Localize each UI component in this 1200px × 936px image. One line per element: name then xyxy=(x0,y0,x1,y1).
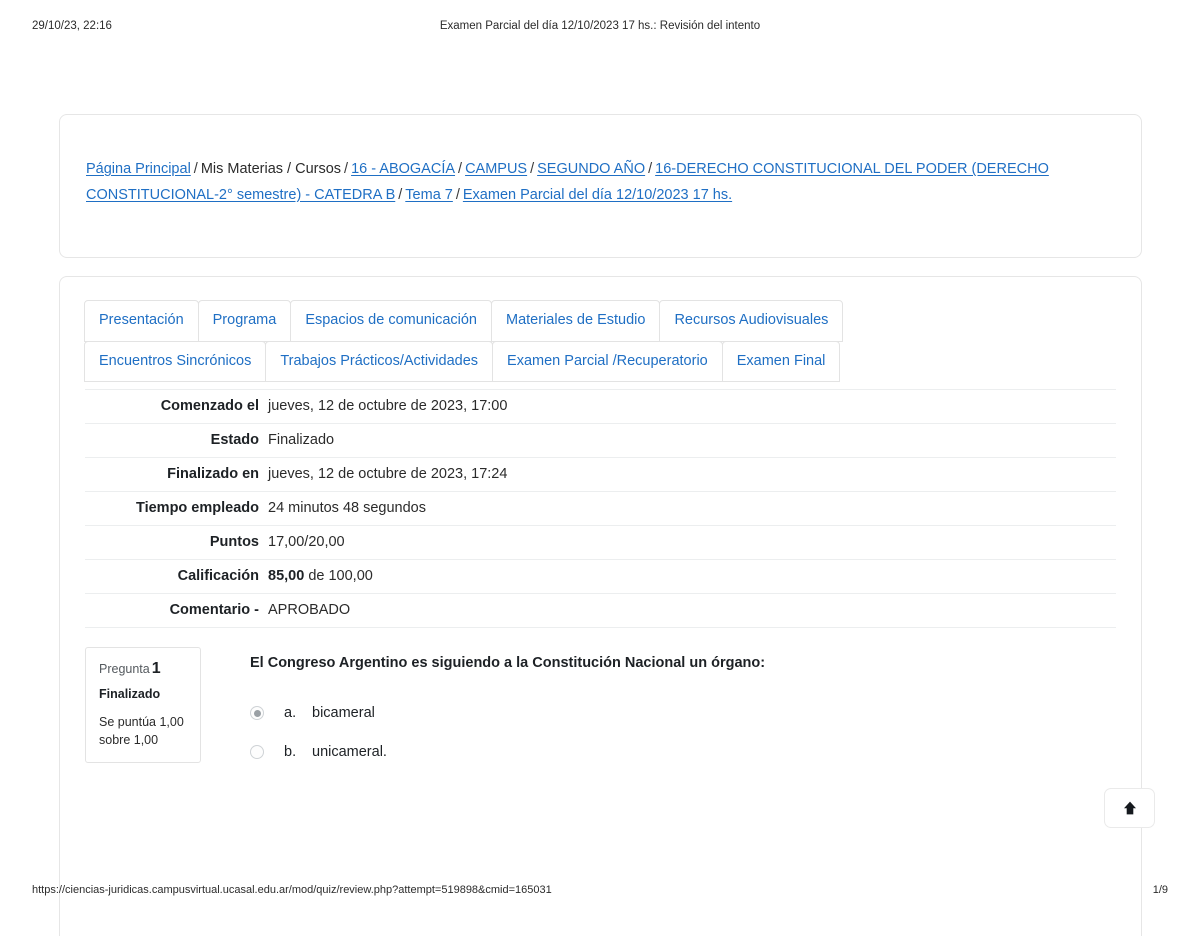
breadcrumb-item-4[interactable]: CAMPUS xyxy=(465,161,527,177)
summary-label: Puntos xyxy=(209,534,259,550)
answer-letter: b. xyxy=(284,744,297,760)
question-state: Finalizado xyxy=(99,687,161,701)
radio-unselected-icon[interactable] xyxy=(250,745,264,759)
answer-text: bicameral xyxy=(312,705,375,721)
question-number-label: Pregunta xyxy=(99,662,150,676)
breadcrumb-item-5[interactable]: SEGUNDO AÑO xyxy=(537,161,645,177)
breadcrumb: Página Principal / Mis Materias / Cursos/1… xyxy=(86,157,1106,208)
table-row: Comentario - APROBADO xyxy=(85,593,1116,628)
breadcrumb-separator: / xyxy=(398,186,403,203)
summary-value: Finalizado xyxy=(268,432,335,448)
question-text: El Congreso Argentino es siguiendo a la … xyxy=(250,655,766,671)
summary-label: Tiempo empleado xyxy=(135,500,259,516)
breadcrumb-separator: / xyxy=(193,161,198,177)
print-footer-url: https://ciencias-juridicas.campusvirtual… xyxy=(32,884,552,896)
summary-label: Finalizado en xyxy=(167,466,259,482)
answer-option[interactable]: b. unicameral. xyxy=(250,744,950,760)
question-number: Pregunta 1 xyxy=(99,660,188,678)
summary-label: Comenzado el xyxy=(160,398,259,414)
breadcrumb-separator: / xyxy=(344,161,349,177)
table-row: Tiempo empleado 24 minutos 48 segundos xyxy=(85,491,1116,526)
breadcrumb-separator: / xyxy=(458,161,463,177)
print-header: 29/10/23, 22:16 Examen Parcial del día 1… xyxy=(0,20,1200,38)
breadcrumb-separator: / xyxy=(530,161,535,177)
tab-encuentros-sincr-nicos[interactable]: Encuentros Sincrónicos xyxy=(84,340,267,382)
tab-espacios-de-comunicaci-n[interactable]: Espacios de comunicación xyxy=(290,300,492,342)
breadcrumb-separator: / xyxy=(455,186,460,203)
tab-examen-parcial-recuperatorio[interactable]: Examen Parcial /Recuperatorio xyxy=(492,340,723,382)
answer-option[interactable]: a. bicameral xyxy=(250,705,950,721)
print-footer-page: 1/9 xyxy=(1152,884,1168,896)
summary-value: jueves, 12 de octubre de 2023, 17:00 xyxy=(268,398,508,414)
course-tabs-row-1: Presentación Programa Espacios de comunica… xyxy=(84,300,984,342)
summary-value: APROBADO xyxy=(268,602,351,618)
question-info-box: Pregunta 1 Finalizado Se puntúa 1,00 sobr… xyxy=(85,647,201,763)
table-row: Calificación 85,00 de 100,00 xyxy=(85,559,1116,594)
print-header-title: Examen Parcial del día 12/10/2023 17 hs.… xyxy=(439,20,761,32)
answer-letter: a. xyxy=(284,705,297,721)
tab-programa[interactable]: Programa xyxy=(197,300,292,342)
tab-trabajos-pr-cticos-actividades[interactable]: Trabajos Prácticos/Actividades xyxy=(265,340,494,382)
table-row: Estado Finalizado xyxy=(85,423,1116,458)
summary-value: 17,00/20,00 xyxy=(268,534,345,550)
question-body: El Congreso Argentino es siguiendo a la … xyxy=(250,652,950,783)
attempt-summary-table: Comenzado el jueves, 12 de octubre de 202… xyxy=(85,389,1116,628)
radio-selected-icon[interactable] xyxy=(250,706,264,720)
table-row: Comenzado el jueves, 12 de octubre de 202… xyxy=(85,389,1116,424)
summary-value: jueves, 12 de octubre de 2023, 17:24 xyxy=(268,466,508,482)
question-number-value: 1 xyxy=(151,660,161,677)
summary-label: Estado xyxy=(210,432,259,448)
question-grade: Se puntúa 1,00 sobre 1,00 xyxy=(99,715,184,747)
summary-value: 24 minutos 48 segundos xyxy=(268,500,426,516)
main-content-card: Presentación Programa Espacios de comunica… xyxy=(59,276,1142,936)
arrow-up-icon xyxy=(1122,800,1138,816)
table-row: Puntos 17,00/20,00 xyxy=(85,525,1116,560)
breadcrumb-item-8[interactable]: Examen Parcial del día 12/10/2023 17 hs. xyxy=(463,187,732,203)
tab-recursos-audiovisuales[interactable]: Recursos Audiovisuales xyxy=(659,300,844,342)
summary-value: 85,00 de 100,00 xyxy=(268,568,373,584)
breadcrumb-item-3[interactable]: 16 - ABOGACÍA xyxy=(351,161,455,177)
course-tabs: Presentación Programa Espacios de comunica… xyxy=(84,300,984,382)
answer-text: unicameral. xyxy=(312,744,387,760)
summary-label: Comentario - xyxy=(169,602,259,618)
print-footer: https://ciencias-juridicas.campusvirtual… xyxy=(0,884,1200,900)
breadcrumb-separator: / xyxy=(648,161,653,177)
tab-presentaci-n[interactable]: Presentación xyxy=(84,300,199,342)
tab-examen-final[interactable]: Examen Final xyxy=(721,340,841,382)
course-tabs-row-2: Encuentros Sincrónicos Trabajos Prácticos… xyxy=(84,340,984,382)
breadcrumb-item-1[interactable]: Página Principal xyxy=(86,161,191,177)
breadcrumb-card: Página Principal / Mis Materias / Cursos/1… xyxy=(59,114,1142,258)
breadcrumb-item-7[interactable]: Tema 7 xyxy=(405,187,453,203)
answer-option-list: a. bicameral b. unicameral. xyxy=(250,705,950,760)
tab-materiales-de-estudio[interactable]: Materiales de Estudio xyxy=(491,300,661,342)
summary-value-emphasis: 85,00 xyxy=(268,568,305,584)
breadcrumb-item-2: Mis Materias / Cursos xyxy=(200,161,342,177)
scroll-to-top-button[interactable] xyxy=(1104,788,1155,828)
summary-label: Calificación xyxy=(177,568,259,584)
table-row: Finalizado en jueves, 12 de octubre de 20… xyxy=(85,457,1116,492)
